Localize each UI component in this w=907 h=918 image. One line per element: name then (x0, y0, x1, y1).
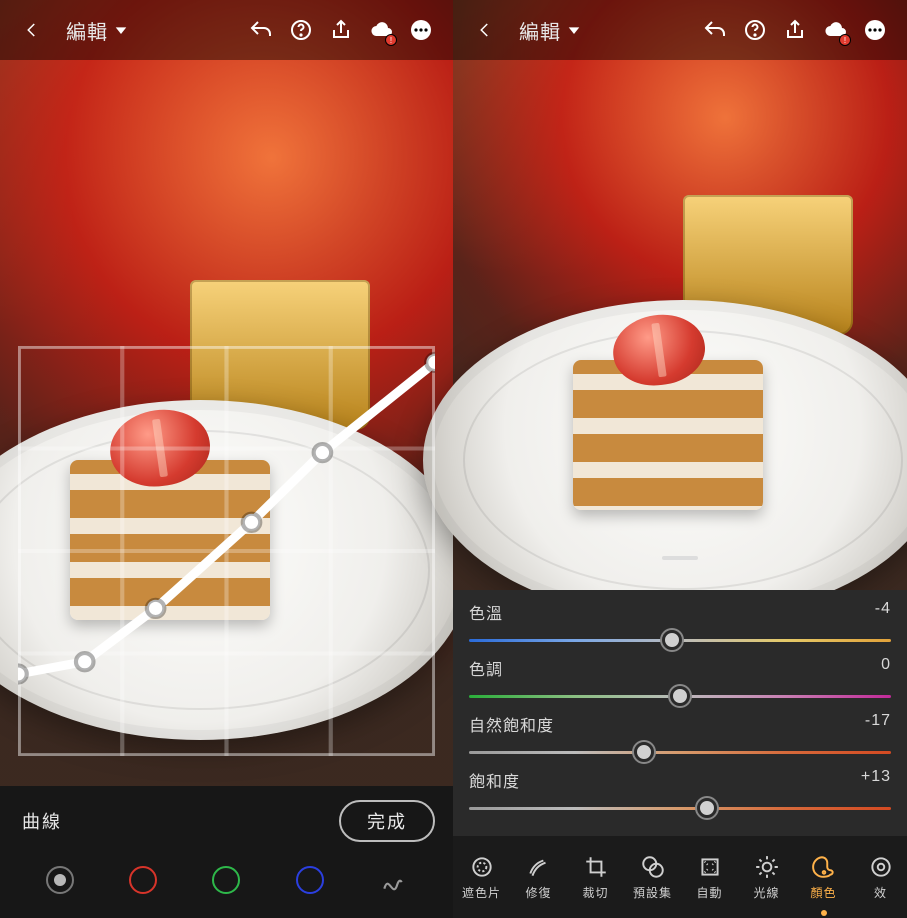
curve-channel-row (0, 846, 453, 908)
tool-label: 光線 (753, 884, 779, 901)
help-button[interactable] (735, 10, 775, 50)
cloud-error-badge: ! (385, 34, 397, 46)
mode-dropdown[interactable]: 編輯 (66, 16, 128, 45)
tool-auto[interactable]: 自動 (681, 836, 738, 918)
curve-channel-luma[interactable] (46, 866, 74, 894)
undo-button[interactable] (241, 10, 281, 50)
slider-track[interactable] (469, 632, 891, 648)
slider-track[interactable] (469, 800, 891, 816)
tool-label: 效 (874, 884, 887, 901)
more-button[interactable] (855, 10, 895, 50)
photo-preview (453, 0, 907, 590)
slider-label: 飽和度 (469, 768, 520, 792)
tool-label: 顏色 (810, 884, 836, 901)
curve-parametric-icon[interactable] (379, 866, 407, 894)
topbar: 編輯 ! (453, 0, 907, 60)
tool-strip: 遮色片 修復 裁切 預設集 自動 光線 顏色 效 (453, 836, 907, 918)
topbar: 編輯 ! (0, 0, 453, 60)
curve-control-point[interactable] (314, 444, 332, 461)
slider-label: 色溫 (469, 600, 503, 624)
slider-value: -4 (875, 600, 891, 624)
curve-control-point[interactable] (426, 354, 435, 371)
slider-label: 自然飽和度 (469, 712, 554, 736)
slider-saturation: 飽和度 +13 (469, 768, 891, 816)
tool-crop[interactable]: 裁切 (567, 836, 624, 918)
slider-value: +13 (861, 768, 891, 792)
slider-thumb[interactable] (634, 742, 654, 762)
slider-track[interactable] (469, 688, 891, 704)
undo-button[interactable] (695, 10, 735, 50)
back-button[interactable] (12, 10, 52, 50)
tool-label: 修復 (525, 884, 551, 901)
cloud-sync-icon[interactable]: ! (361, 10, 401, 50)
tool-light[interactable]: 光線 (738, 836, 795, 918)
mode-title: 編輯 (66, 16, 108, 45)
tool-label: 遮色片 (462, 884, 501, 901)
slider-temperature: 色溫 -4 (469, 600, 891, 648)
more-button[interactable] (401, 10, 441, 50)
panel-drag-handle[interactable] (662, 556, 698, 560)
curve-channel-blue[interactable] (296, 866, 324, 894)
tool-label: 自動 (696, 884, 722, 901)
slider-label: 色調 (469, 656, 503, 680)
cloud-sync-icon[interactable]: ! (815, 10, 855, 50)
right-pane: 編輯 ! 色溫 -4 色調 0 自然飽和度 -17 飽和度 +13 遮色片 修復 裁切 預設集 自動 光… (453, 0, 907, 918)
help-button[interactable] (281, 10, 321, 50)
slider-thumb[interactable] (670, 686, 690, 706)
slider-thumb[interactable] (697, 798, 717, 818)
curve-control-point[interactable] (147, 600, 165, 617)
tool-effect[interactable]: 效 (852, 836, 907, 918)
tool-mask[interactable]: 遮色片 (453, 836, 510, 918)
curve-channel-green[interactable] (212, 866, 240, 894)
curve-control-point[interactable] (243, 514, 261, 531)
tone-curve[interactable] (18, 346, 435, 756)
tool-color[interactable]: 顏色 (795, 836, 852, 918)
left-pane: 編輯 ! (0, 0, 453, 918)
slider-track[interactable] (469, 744, 891, 760)
slider-tint: 色調 0 (469, 656, 891, 704)
share-button[interactable] (775, 10, 815, 50)
slider-value: -17 (865, 712, 891, 736)
back-button[interactable] (465, 10, 505, 50)
curve-control-point[interactable] (18, 665, 27, 682)
done-button[interactable]: 完成 (339, 800, 435, 842)
curve-panel: 曲線 完成 (0, 786, 453, 918)
tool-label: 預設集 (633, 884, 672, 901)
curve-control-point[interactable] (76, 653, 94, 670)
share-button[interactable] (321, 10, 361, 50)
tool-label: 裁切 (582, 884, 608, 901)
mode-dropdown[interactable]: 編輯 (519, 16, 581, 45)
slider-value: 0 (881, 656, 891, 680)
color-sliders-panel: 色溫 -4 色調 0 自然飽和度 -17 飽和度 +13 (453, 590, 907, 836)
slider-thumb[interactable] (662, 630, 682, 650)
mode-title: 編輯 (519, 16, 561, 45)
tool-preset[interactable]: 預設集 (624, 836, 681, 918)
curve-channel-red[interactable] (129, 866, 157, 894)
cloud-error-badge: ! (839, 34, 851, 46)
slider-vibrance: 自然飽和度 -17 (469, 712, 891, 760)
curve-label: 曲線 (22, 808, 62, 834)
tool-heal[interactable]: 修復 (510, 836, 567, 918)
